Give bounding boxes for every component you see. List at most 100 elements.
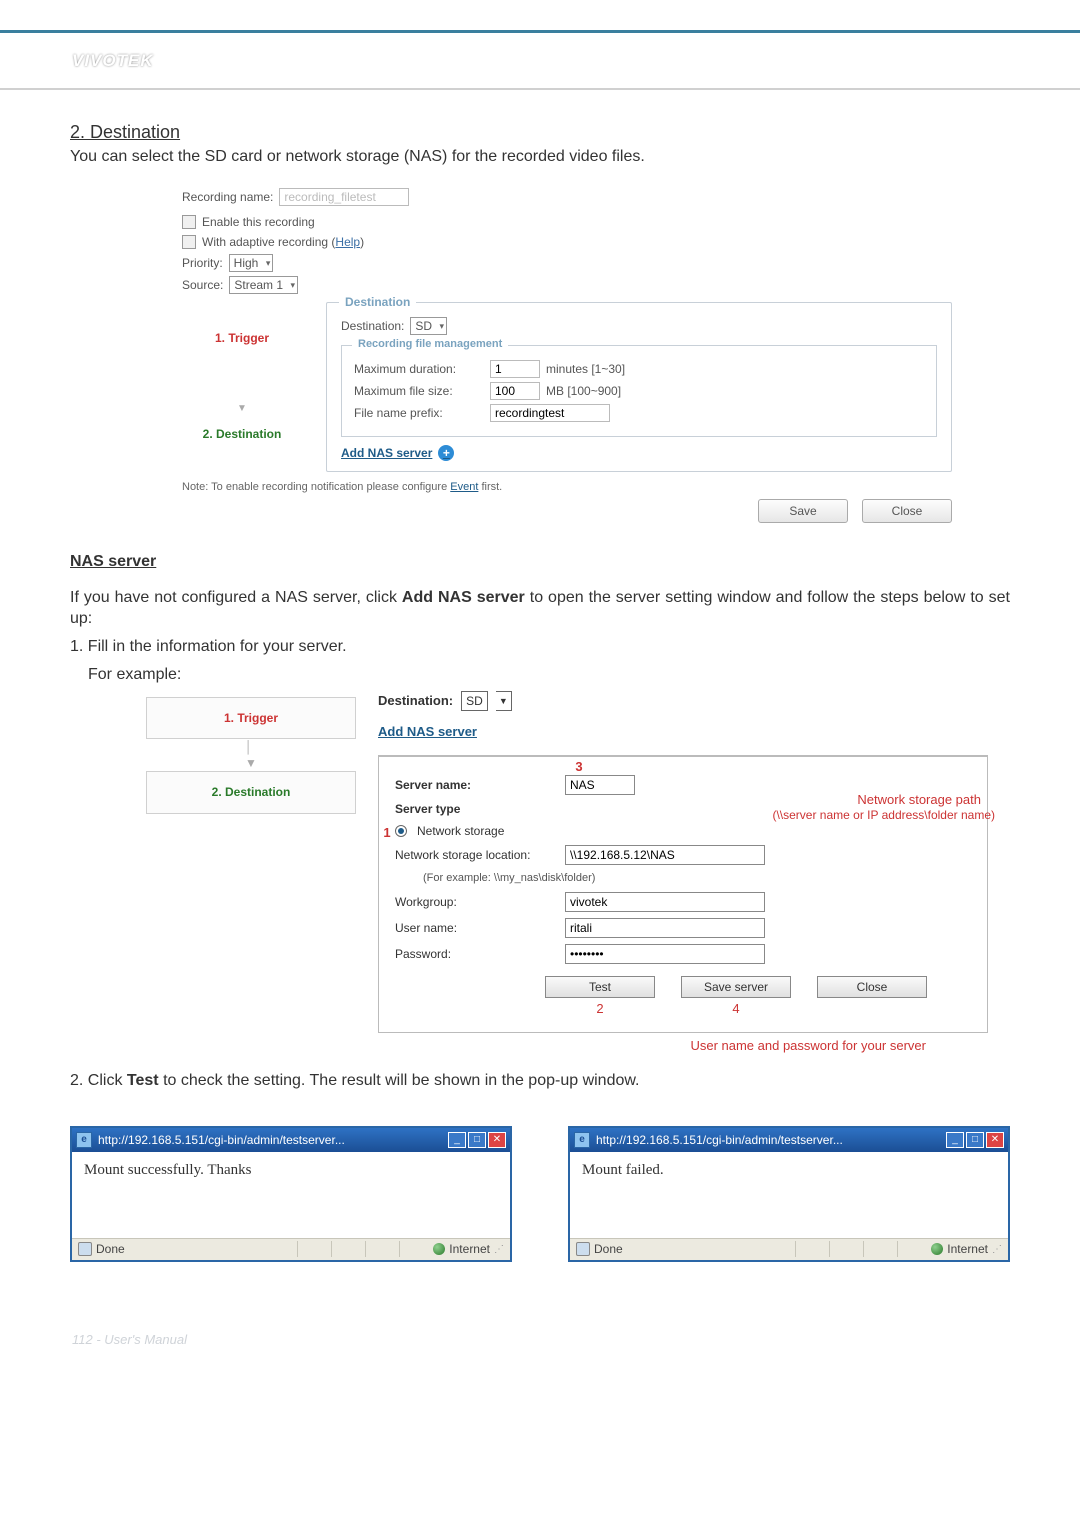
source-select[interactable]: Stream 1 (229, 276, 298, 294)
status-bar: Done Internet ⋰ (72, 1238, 510, 1260)
popup-title: http://192.168.5.151/cgi-bin/admin/tests… (596, 1133, 843, 1147)
brand-name: VIVOTEK (72, 51, 154, 71)
callout-1: 1 (379, 825, 395, 841)
status-zone: Internet (449, 1242, 490, 1256)
section-heading: 2. Destination (70, 120, 1010, 144)
popup-success: e http://192.168.5.151/cgi-bin/admin/tes… (70, 1126, 512, 1262)
network-storage-radio[interactable] (395, 825, 407, 837)
password-input[interactable] (565, 944, 765, 964)
globe-icon (931, 1243, 943, 1255)
test-result-popups: e http://192.168.5.151/cgi-bin/admin/tes… (70, 1126, 1010, 1262)
note-prefix: Note: To enable recording notification p… (182, 481, 450, 493)
add-nas-server-link[interactable]: Add NAS server + (341, 445, 454, 461)
recording-name-input[interactable] (279, 188, 409, 206)
popup-titlebar[interactable]: e http://192.168.5.151/cgi-bin/admin/tes… (72, 1128, 510, 1152)
window-close-button[interactable]: ✕ (986, 1132, 1004, 1148)
maximize-button[interactable]: □ (966, 1132, 984, 1148)
arrow-down-icon: │▼ (146, 739, 356, 771)
priority-select[interactable]: High (229, 254, 274, 272)
status-done: Done (594, 1242, 623, 1256)
save-server-button[interactable]: Save server (681, 976, 791, 998)
event-link[interactable]: Event (450, 481, 478, 493)
popup-fail: e http://192.168.5.151/cgi-bin/admin/tes… (568, 1126, 1010, 1262)
close-button[interactable]: Close (862, 499, 952, 523)
nas-p1a: If you have not configured a NAS server,… (70, 589, 402, 606)
popup-body: Mount failed. (570, 1152, 1008, 1238)
section-intro: You can select the SD card or network st… (70, 146, 1010, 168)
resize-grip-icon[interactable]: ⋰ (494, 1244, 504, 1255)
adaptive-recording-checkbox[interactable] (182, 235, 196, 249)
ie-icon: e (574, 1132, 590, 1148)
username-label: User name: (395, 920, 555, 936)
nas-paragraph: If you have not configured a NAS server,… (70, 587, 1010, 630)
ns-location-input[interactable] (565, 845, 765, 865)
nas-form-panel: Server name: 3 Network storage path (\\s… (378, 755, 988, 1033)
adaptive-recording-label: With adaptive recording (Help) (202, 234, 364, 250)
test-button[interactable]: Test (545, 976, 655, 998)
max-duration-input[interactable] (490, 360, 540, 378)
max-filesize-label: Maximum file size: (354, 383, 484, 399)
server-name-input[interactable] (565, 775, 635, 795)
recording-name-label: Recording name: (182, 189, 273, 205)
adaptive-suffix: ) (360, 235, 364, 249)
destination-select[interactable]: SD (410, 317, 447, 335)
enable-recording-checkbox[interactable] (182, 215, 196, 229)
destination-legend: Destination (339, 294, 416, 310)
note-text: Note: To enable recording notification p… (182, 480, 952, 495)
nas-p1b: Add NAS server (402, 589, 525, 606)
screenshot-recording-settings: Recording name: Enable this recording Wi… (182, 188, 952, 523)
max-filesize-hint: MB [100~900] (546, 383, 621, 399)
username-input[interactable] (565, 918, 765, 938)
network-storage-label: Network storage (417, 823, 504, 839)
filename-prefix-input[interactable] (490, 404, 610, 422)
teststep-c: to check the setting. The result will be… (159, 1072, 640, 1089)
nas-step1: 1. Fill in the information for your serv… (70, 636, 1010, 658)
page-icon (78, 1242, 92, 1256)
teststep-a: 2. Click (70, 1072, 127, 1089)
minimize-button[interactable]: _ (946, 1132, 964, 1148)
step-trigger-2[interactable]: 1. Trigger (146, 697, 356, 739)
server-type-label: Server type (395, 801, 555, 817)
destination-panel: Destination Destination: SD Recording fi… (326, 302, 952, 472)
nas-heading: NAS server (70, 551, 1010, 573)
status-bar: Done Internet ⋰ (570, 1238, 1008, 1260)
callout-2: 2 (545, 1000, 655, 1018)
page-icon (576, 1242, 590, 1256)
step-destination-2[interactable]: 2. Destination (146, 771, 356, 813)
ns-location-hint: (For example: \\my_nas\disk\folder) (423, 871, 971, 886)
resize-grip-icon[interactable]: ⋰ (992, 1244, 1002, 1255)
destination-label-2: Destination: (378, 692, 453, 710)
ns-location-label: Network storage location: (395, 847, 555, 863)
window-close-button[interactable]: ✕ (488, 1132, 506, 1148)
workgroup-input[interactable] (565, 892, 765, 912)
popup-body: Mount successfully. Thanks (72, 1152, 510, 1238)
wizard-steps: 1. Trigger ▼ 2. Destination (182, 302, 302, 472)
page-footer: 112 - User's Manual (0, 1292, 1080, 1373)
step-trigger[interactable]: 1. Trigger (182, 330, 302, 346)
add-nas-server-link-2[interactable]: Add NAS server (378, 723, 477, 741)
file-management-group: Recording file management Maximum durati… (341, 345, 937, 437)
max-duration-hint: minutes [1~30] (546, 361, 625, 377)
maximize-button[interactable]: □ (468, 1132, 486, 1148)
max-filesize-input[interactable] (490, 382, 540, 400)
wizard-steps-2: 1. Trigger │▼ 2. Destination (146, 691, 356, 1032)
status-zone: Internet (947, 1242, 988, 1256)
destination-value-2: SD (461, 691, 488, 711)
popup-title: http://192.168.5.151/cgi-bin/admin/tests… (98, 1133, 345, 1147)
password-label: Password: (395, 946, 555, 962)
popup-titlebar[interactable]: e http://192.168.5.151/cgi-bin/admin/tes… (570, 1128, 1008, 1152)
file-management-legend: Recording file management (352, 337, 508, 352)
adaptive-prefix: With adaptive recording ( (202, 235, 335, 249)
close-button-2[interactable]: Close (817, 976, 927, 998)
help-link[interactable]: Help (335, 235, 360, 249)
callout-4: 4 (681, 1000, 791, 1018)
minimize-button[interactable]: _ (448, 1132, 466, 1148)
note-suffix: first. (478, 481, 502, 493)
source-label: Source: (182, 277, 223, 293)
destination-dropdown-button[interactable]: ▼ (496, 691, 512, 711)
ie-icon: e (76, 1132, 92, 1148)
step-destination[interactable]: 2. Destination (182, 426, 302, 442)
save-button[interactable]: Save (758, 499, 848, 523)
test-step-text: 2. Click Test to check the setting. The … (70, 1070, 1010, 1092)
destination-label: Destination: (341, 318, 404, 334)
